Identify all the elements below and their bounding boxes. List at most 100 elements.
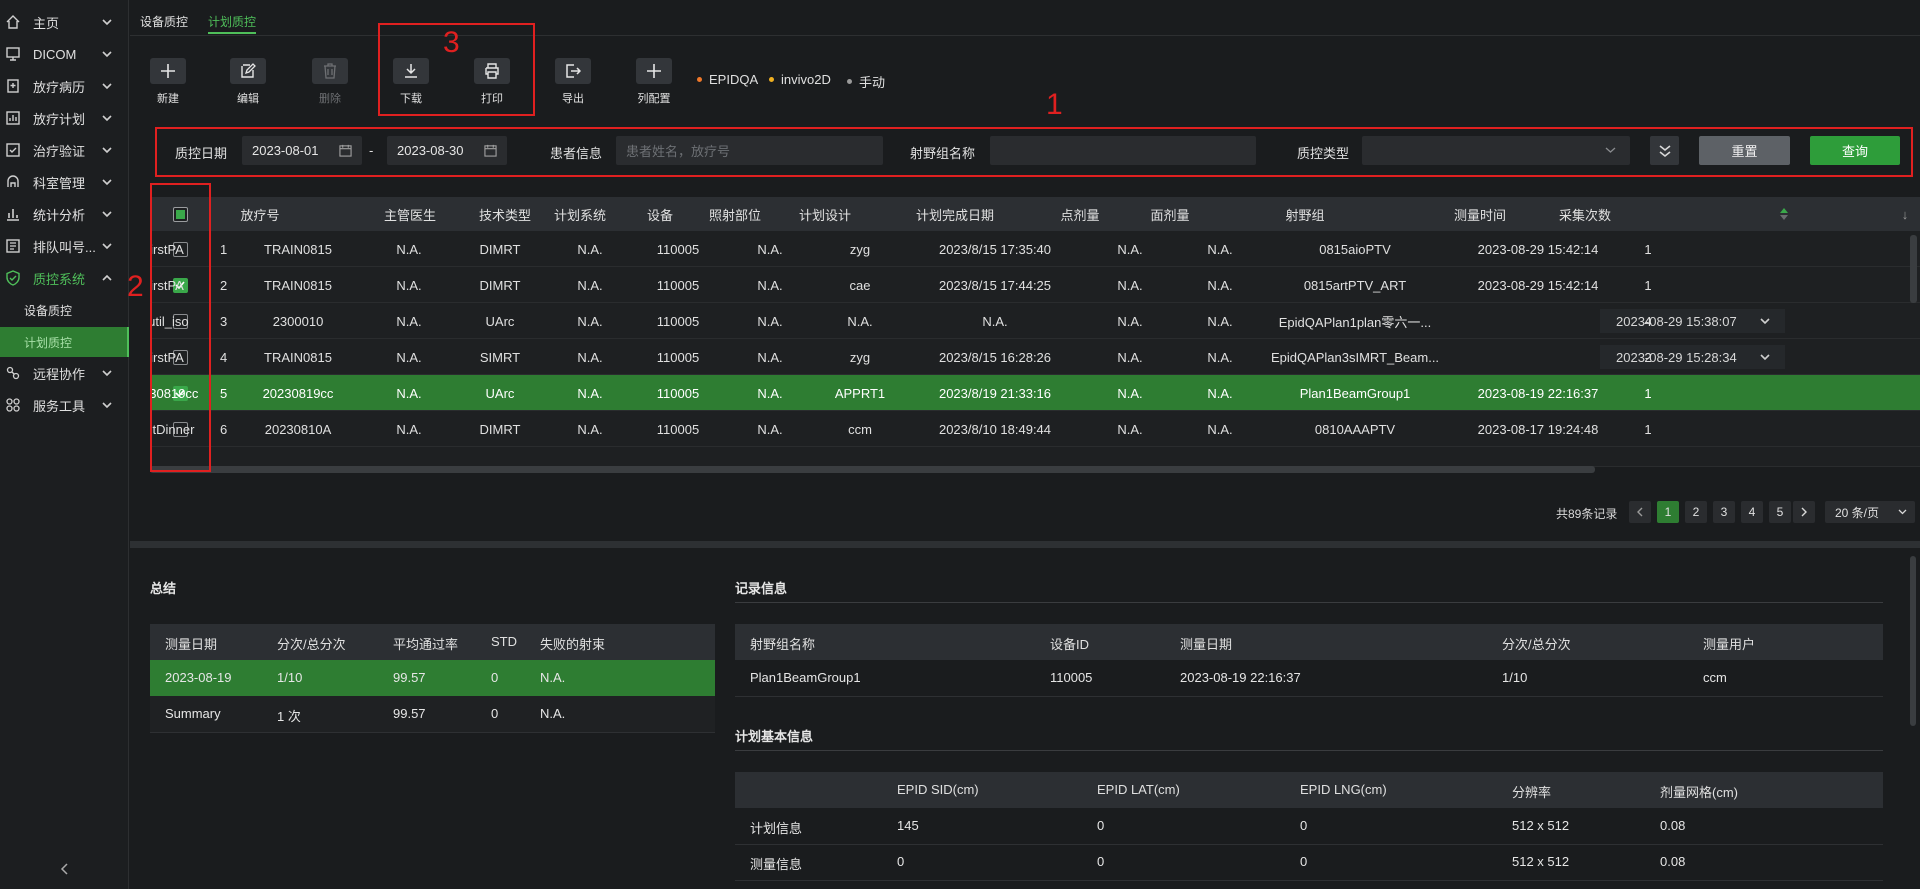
column-header[interactable]: 面剂量 — [1140, 197, 1200, 231]
sidebar-item-label: 质控系统 — [33, 271, 86, 287]
column-header[interactable]: 设备 — [635, 197, 685, 231]
delete-button[interactable]: 删除 — [306, 58, 354, 106]
table-cell: 2300010 — [272, 313, 324, 329]
edit-label: 编辑 — [237, 93, 259, 105]
summary-row[interactable] — [150, 696, 715, 732]
table-row[interactable]: 520230819cc20230819ccN.A.UArcN.A.110005N… — [150, 375, 1920, 411]
plan-info-cell: 0 — [1300, 818, 1308, 833]
column-header[interactable]: 计划系统 — [545, 197, 615, 231]
plan-info-header: 剂量网格(cm) — [1660, 785, 1738, 800]
legend-label: EPIDQA — [709, 72, 759, 87]
sidebar-item-9[interactable]: 远程协作 — [0, 358, 129, 388]
table-cell: 4 — [1644, 313, 1652, 329]
table-cell: N.A. — [1207, 277, 1233, 293]
chevron-down-icon — [1759, 315, 1771, 330]
next-page-button[interactable] — [1793, 501, 1815, 523]
table-row[interactable]: 6LastDinner20230810AN.A.DIMRTN.A.110005N… — [150, 411, 1920, 447]
table-cell: 2023/8/15 17:35:40 — [938, 241, 1052, 257]
table-cell: 1 — [1644, 241, 1652, 257]
legend-label: invivo2D — [781, 72, 831, 87]
collapse-sidebar-icon[interactable] — [58, 862, 72, 876]
table-cell: 2023/8/10 18:49:44 — [938, 421, 1052, 437]
summary-cell: 2023-08-19 — [165, 670, 232, 685]
trash-icon — [312, 58, 348, 84]
table-row[interactable]: 1FirstPATRAIN0815N.A.DIMRTN.A.110005N.A.… — [150, 231, 1920, 267]
sidebar-item-4[interactable]: 治疗验证 — [0, 135, 129, 165]
page-1-button[interactable]: 1 — [1657, 501, 1679, 523]
column-header[interactable]: 测量时间 — [1390, 197, 1570, 231]
annotation-number-2: 2 — [127, 270, 144, 303]
sidebar-item-10[interactable]: 服务工具 — [0, 390, 129, 420]
table-cell: N.A. — [1207, 385, 1233, 401]
sidebar-item-3[interactable]: 放疗计划 — [0, 103, 129, 133]
horizontal-scrollbar[interactable] — [150, 466, 1595, 473]
plan-info-cell: 0 — [1097, 854, 1105, 869]
medical-record-icon — [5, 78, 21, 94]
prev-page-button[interactable] — [1629, 501, 1651, 523]
sidebar-item-1[interactable]: DICOM — [0, 39, 129, 69]
table-cell: TRAIN0815 — [264, 349, 332, 365]
new-label: 新建 — [157, 93, 179, 105]
tab-plan-qa[interactable]: 计划质控 — [208, 13, 257, 34]
summary-header: 测量日期 — [165, 637, 218, 652]
column-header[interactable]: 射野组 — [1250, 197, 1360, 231]
column-header[interactable]: 计划完成日期 — [885, 197, 1025, 231]
column-header[interactable]: 计划设计 — [790, 197, 860, 231]
table-row[interactable]: 3mutil_iso2300010N.A.UArcN.A.110005N.A.N… — [150, 303, 1920, 339]
tools-icon — [5, 397, 21, 413]
plan-info-cell: 计划信息 — [750, 821, 803, 836]
column-config-button[interactable]: 列配置 — [630, 58, 678, 106]
bottom-vertical-scrollbar[interactable] — [1910, 556, 1916, 726]
edit-button[interactable]: 编辑 — [224, 58, 272, 106]
vertical-scrollbar[interactable] — [1910, 235, 1917, 303]
sidebar-item-5[interactable]: 科室管理 — [0, 167, 129, 197]
sidebar-subitem-1[interactable]: 计划质控 — [0, 327, 129, 357]
chevron-down-icon — [101, 144, 113, 156]
tab-device-qa[interactable]: 设备质控 — [140, 13, 188, 30]
plan-info-cell: 512 x 512 — [1512, 854, 1570, 869]
summary-cell: 1/10 — [277, 670, 303, 685]
column-header[interactable]: 采集次数 — [1545, 197, 1625, 231]
page-5-button[interactable]: 5 — [1769, 501, 1791, 523]
record-header: 测量用户 — [1703, 637, 1756, 652]
sidebar-item-6[interactable]: 统计分析 — [0, 199, 129, 229]
column-header[interactable]: 照射部位 — [700, 197, 770, 231]
sidebar-subitem-0[interactable]: 设备质控 — [0, 295, 129, 325]
page-2-button[interactable]: 2 — [1685, 501, 1707, 523]
sidebar-item-2[interactable]: 放疗病历 — [0, 71, 129, 101]
table-row[interactable]: 4FirstPATRAIN0815N.A.SIMRTN.A.110005N.A.… — [150, 339, 1920, 375]
page-size-select[interactable]: 20 条/页 — [1825, 501, 1915, 523]
sidebar-item-label: 统计分析 — [33, 207, 86, 223]
summary-cell: Summary — [165, 706, 221, 721]
table-cell: ccm — [848, 421, 872, 437]
plan-info-cell: 0 — [897, 854, 905, 869]
sidebar-item-8[interactable]: 质控系统 — [0, 263, 129, 293]
home-icon — [5, 14, 21, 30]
pane-splitter[interactable] — [130, 541, 1920, 548]
page-3-button[interactable]: 3 — [1713, 501, 1735, 523]
annotation-number-3: 3 — [443, 26, 460, 59]
page-4-button[interactable]: 4 — [1741, 501, 1763, 523]
chevron-down-icon — [101, 176, 113, 188]
legend-invivo2d: invivo2D — [769, 72, 831, 87]
legend-label: 手动 — [859, 75, 886, 90]
summary-cell: 99.57 — [393, 670, 426, 685]
chevron-down-icon — [101, 80, 113, 92]
column-header[interactable]: 放疗号 — [210, 197, 310, 231]
table-cell: 2023/8/15 17:44:25 — [938, 277, 1052, 293]
column-header[interactable]: 主管医生 — [370, 197, 450, 231]
sort-icon[interactable] — [1780, 208, 1788, 220]
table-row[interactable]: 2FirstPATRAIN0815N.A.DIMRTN.A.110005N.A.… — [150, 267, 1920, 303]
sidebar-subitem-label: 设备质控 — [24, 303, 73, 318]
sidebar-item-0[interactable]: 主页 — [0, 7, 129, 37]
table-row[interactable] — [150, 447, 1920, 467]
export-button[interactable]: 导出 — [549, 58, 597, 106]
table-cell: APPRT1 — [834, 385, 886, 401]
table-cell: 2 — [220, 277, 228, 293]
summary-row[interactable] — [150, 660, 715, 696]
record-header: 设备ID — [1050, 637, 1090, 652]
column-header[interactable]: 点剂量 — [1050, 197, 1110, 231]
column-header[interactable]: 技术类型 — [470, 197, 540, 231]
sidebar-item-7[interactable]: 排队叫号... — [0, 231, 129, 261]
new-button[interactable]: 新建 — [144, 58, 192, 106]
